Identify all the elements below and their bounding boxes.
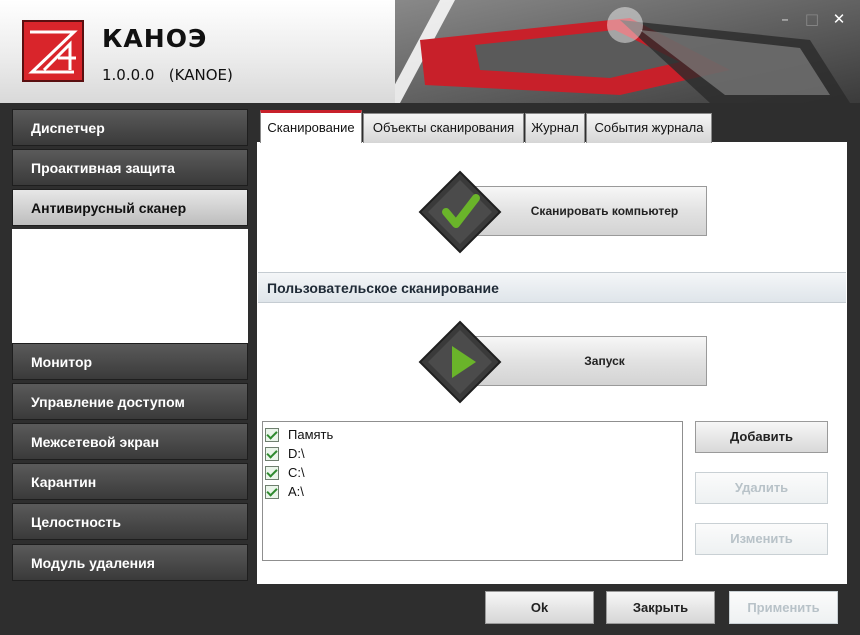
app-header: КАНОЭ 1.0.0.0 (KANOE) – □ ✕ [0, 0, 860, 103]
close-button[interactable]: Закрыть [606, 591, 715, 624]
scan-computer-button[interactable]: Сканировать компьютер [470, 186, 707, 236]
check-icon [418, 170, 502, 254]
list-item-label: C:\ [288, 465, 305, 480]
checkbox[interactable] [265, 465, 279, 480]
delete-button[interactable]: Удалить [695, 472, 828, 504]
sidebar-item-quarantine[interactable]: Карантин [12, 463, 248, 500]
list-item-label: A:\ [288, 484, 304, 499]
sidebar-item-access[interactable]: Управление доступом [12, 383, 248, 420]
add-button[interactable]: Добавить [695, 421, 828, 453]
apply-button[interactable]: Применить [729, 591, 838, 624]
app-logo-icon [22, 20, 84, 82]
ok-button[interactable]: Ok [485, 591, 594, 624]
minimize-icon[interactable]: – [776, 10, 794, 28]
start-button[interactable]: Запуск [470, 336, 707, 386]
tab-journal[interactable]: Журнал [525, 113, 585, 143]
sidebar-item-antivirus[interactable]: Антивирусный сканер [12, 189, 248, 226]
sidebar-item-removal[interactable]: Модуль удаления [12, 544, 248, 581]
tab-scan-objects[interactable]: Объекты сканирования [363, 113, 524, 143]
sidebar-item-monitor[interactable]: Монитор [12, 343, 248, 380]
checkbox[interactable] [265, 484, 279, 499]
checkbox[interactable] [265, 427, 279, 442]
scan-targets-list[interactable]: Память D:\ C:\ A:\ [262, 421, 683, 561]
play-icon [418, 320, 502, 404]
sidebar-item-integrity[interactable]: Целостность [12, 503, 248, 540]
list-item[interactable]: C:\ [265, 463, 305, 482]
sidebar-item-dispatcher[interactable]: Диспетчер [12, 109, 248, 146]
sidebar-item-proactive[interactable]: Проактивная защита [12, 149, 248, 186]
edit-button[interactable]: Изменить [695, 523, 828, 555]
sidebar-empty-area [12, 229, 248, 343]
close-icon[interactable]: ✕ [830, 10, 848, 28]
tab-scanning[interactable]: Сканирование [260, 110, 362, 143]
list-item-label: Память [288, 427, 334, 442]
list-item[interactable]: A:\ [265, 482, 304, 501]
tab-journal-events[interactable]: События журнала [586, 113, 712, 143]
app-title: КАНОЭ [102, 24, 208, 53]
list-item-label: D:\ [288, 446, 305, 461]
checkbox[interactable] [265, 446, 279, 461]
maximize-icon[interactable]: □ [803, 10, 821, 28]
logo-panel: КАНОЭ 1.0.0.0 (KANOE) [0, 0, 395, 103]
list-item[interactable]: Память [265, 425, 333, 444]
sidebar-item-firewall[interactable]: Межсетевой экран [12, 423, 248, 460]
app-version: 1.0.0.0 (KANOE) [102, 66, 233, 84]
list-item[interactable]: D:\ [265, 444, 305, 463]
custom-scan-section-title: Пользовательское сканирование [258, 272, 846, 303]
